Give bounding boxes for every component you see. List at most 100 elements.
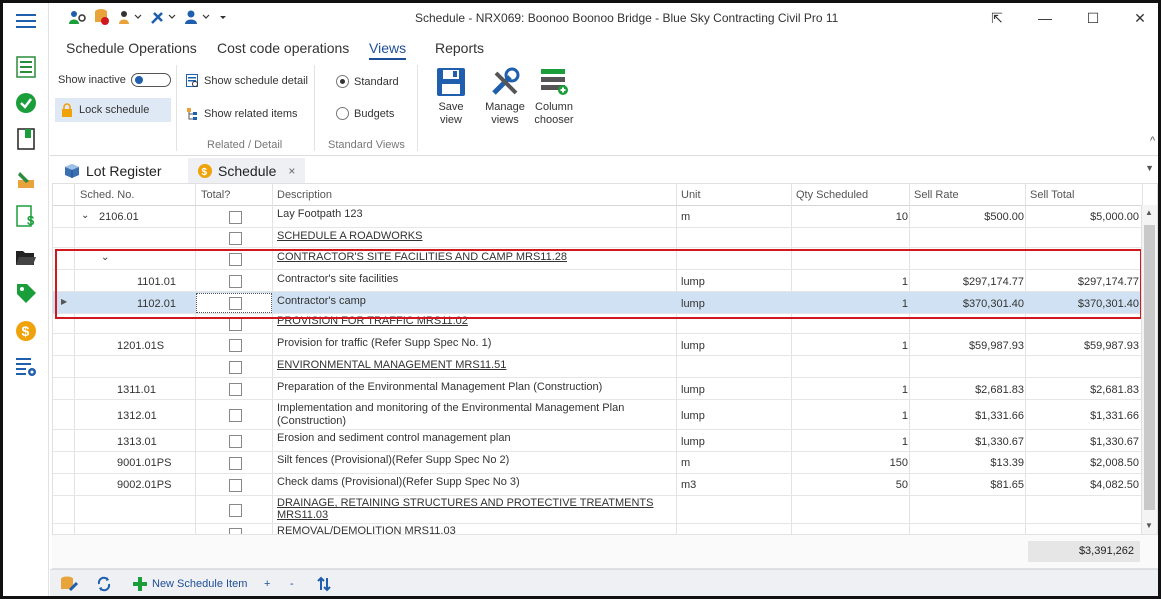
table-row[interactable]: 1201.01S Provision for traffic (Refer Su…: [53, 334, 1143, 356]
database-edit-icon[interactable]: [60, 575, 78, 593]
total-checkbox[interactable]: [229, 232, 242, 245]
pencil-tool-icon[interactable]: [14, 167, 38, 191]
col-sell-total[interactable]: Sell Total: [1030, 189, 1074, 201]
radio-button[interactable]: [336, 75, 349, 88]
col-total[interactable]: Total?: [201, 189, 230, 201]
total-checkbox[interactable]: [229, 504, 242, 517]
total-checkbox[interactable]: [229, 253, 242, 266]
budgets-radio[interactable]: Budgets: [336, 107, 394, 120]
customize-toolbar-icon[interactable]: [218, 9, 228, 28]
manage-views-button[interactable]: Manage views: [480, 67, 530, 127]
plus-icon: [133, 577, 147, 591]
sell-rate-cell: $500.00: [984, 211, 1024, 223]
show-related-items-button[interactable]: Show related items: [186, 107, 298, 121]
total-checkbox[interactable]: [229, 275, 242, 288]
col-sell-rate[interactable]: Sell Rate: [914, 189, 959, 201]
tab-cost-code-operations[interactable]: Cost code operations: [217, 40, 349, 56]
scroll-up-icon[interactable]: ▲: [1145, 208, 1153, 217]
column-chooser-button[interactable]: Column chooser: [528, 67, 580, 127]
maximize-button[interactable]: ☐: [1083, 8, 1103, 28]
user-tools-dropdown-icon[interactable]: [118, 9, 142, 28]
vertical-scrollbar[interactable]: ▲ ▼: [1141, 205, 1157, 535]
table-row[interactable]: 1312.01 Implementation and monitoring of…: [53, 400, 1143, 430]
sched-no-cell: 1102.01: [137, 298, 176, 310]
show-schedule-detail-button[interactable]: Show schedule detail: [186, 74, 308, 88]
checklist-icon[interactable]: [14, 55, 38, 79]
total-checkbox[interactable]: [229, 457, 242, 470]
minimize-button[interactable]: —: [1035, 8, 1055, 28]
total-checkbox[interactable]: [229, 383, 242, 396]
tab-views[interactable]: Views: [369, 40, 407, 60]
coin-dollar-icon[interactable]: $: [14, 319, 38, 343]
table-row[interactable]: 1313.01 Erosion and sediment control man…: [53, 430, 1143, 452]
table-row[interactable]: ⌄ 2106.01 Lay Footpath 123 m 10 $500.00 …: [53, 206, 1143, 228]
close-button[interactable]: ✕: [1130, 8, 1150, 28]
notebook-icon[interactable]: [14, 127, 38, 151]
show-inactive-toggle[interactable]: Show inactive: [58, 73, 171, 87]
table-row[interactable]: 1311.01 Preparation of the Environmental…: [53, 378, 1143, 400]
folder-open-icon[interactable]: [14, 245, 38, 269]
dollar-document-icon[interactable]: $: [14, 205, 38, 229]
total-checkbox[interactable]: [229, 479, 242, 492]
table-row[interactable]: DRAINAGE, RETAINING STRUCTURES AND PROTE…: [53, 496, 1143, 524]
total-checkbox[interactable]: [229, 435, 242, 448]
refresh-icon[interactable]: [96, 575, 112, 593]
new-schedule-item-button[interactable]: New Schedule Item: [132, 575, 247, 593]
list-settings-icon[interactable]: [14, 355, 38, 379]
total-checkbox[interactable]: [229, 211, 242, 224]
people-sync-icon[interactable]: [68, 9, 86, 28]
tab-lot-register[interactable]: Lot Register: [54, 158, 171, 183]
close-tab-icon[interactable]: ×: [288, 164, 295, 178]
table-row[interactable]: 9001.01PS Silt fences (Provisional)(Refe…: [53, 452, 1143, 474]
add-row-button[interactable]: +: [264, 575, 270, 593]
sell-rate-cell: $1,330.67: [975, 436, 1024, 448]
scroll-thumb[interactable]: [1144, 225, 1155, 510]
col-unit[interactable]: Unit: [681, 189, 701, 201]
col-description[interactable]: Description: [277, 189, 332, 201]
col-sched-no[interactable]: Sched. No.: [80, 189, 134, 201]
grid-summary: $3,391,262: [52, 534, 1158, 568]
lock-schedule-button[interactable]: Lock schedule: [55, 98, 171, 122]
toggle-switch[interactable]: [130, 73, 171, 87]
description-cell: DRAINAGE, RETAINING STRUCTURES AND PROTE…: [277, 497, 654, 509]
collapse-chevron-icon[interactable]: ⌄: [81, 210, 89, 221]
database-coin-icon[interactable]: [94, 8, 110, 29]
cube-icon: [65, 163, 79, 178]
tab-list-dropdown-icon[interactable]: ▼: [1145, 163, 1154, 173]
collapse-ribbon-icon[interactable]: ^: [1150, 135, 1155, 147]
table-row[interactable]: SCHEDULE A ROADWORKS: [53, 228, 1143, 248]
table-row[interactable]: 1101.01 Contractor's site facilities lum…: [53, 270, 1143, 292]
restore-icon[interactable]: ⇱: [987, 8, 1007, 28]
radio-button[interactable]: [336, 107, 349, 120]
table-row-selected[interactable]: ▶ 1102.01 Contractor's camp lump 1 $370,…: [53, 292, 1143, 314]
ribbon-separator: [176, 65, 177, 151]
tag-icon[interactable]: [14, 281, 38, 305]
qty-cell: 10: [895, 211, 908, 223]
user-dropdown-icon[interactable]: [184, 9, 210, 28]
tab-reports[interactable]: Reports: [435, 40, 484, 56]
table-row[interactable]: PROVISION FOR TRAFFIC MRS11.02: [53, 314, 1143, 334]
schedule-tab-label: Schedule: [218, 162, 277, 179]
tab-schedule-operations[interactable]: Schedule Operations: [66, 40, 197, 56]
standard-radio[interactable]: Standard: [336, 75, 399, 88]
menu-icon[interactable]: [14, 9, 38, 33]
total-checkbox[interactable]: [229, 297, 242, 310]
remove-row-button[interactable]: -: [290, 575, 294, 593]
sort-icon[interactable]: [316, 575, 332, 593]
table-row[interactable]: ⌄ CONTRACTOR'S SITE FACILITIES AND CAMP …: [53, 248, 1143, 270]
total-checkbox[interactable]: [229, 361, 242, 374]
tab-schedule[interactable]: $ Schedule ×: [188, 158, 306, 183]
collapse-chevron-icon[interactable]: ⌄: [101, 252, 109, 263]
description-cell: Provision for traffic (Refer Supp Spec N…: [277, 337, 492, 349]
total-checkbox[interactable]: [229, 339, 242, 352]
check-circle-icon[interactable]: [14, 91, 38, 115]
save-view-button[interactable]: Save view: [426, 67, 476, 127]
total-checkbox[interactable]: [229, 318, 242, 331]
tools-dropdown-icon[interactable]: [150, 9, 176, 28]
scroll-down-icon[interactable]: ▼: [1145, 521, 1153, 530]
sched-no-cell: 1313.01: [117, 436, 157, 448]
col-qty-scheduled[interactable]: Qty Scheduled: [796, 189, 868, 201]
table-row[interactable]: ENVIRONMENTAL MANAGEMENT MRS11.51: [53, 356, 1143, 378]
table-row[interactable]: 9002.01PS Check dams (Provisional)(Refer…: [53, 474, 1143, 496]
total-checkbox[interactable]: [229, 409, 242, 422]
